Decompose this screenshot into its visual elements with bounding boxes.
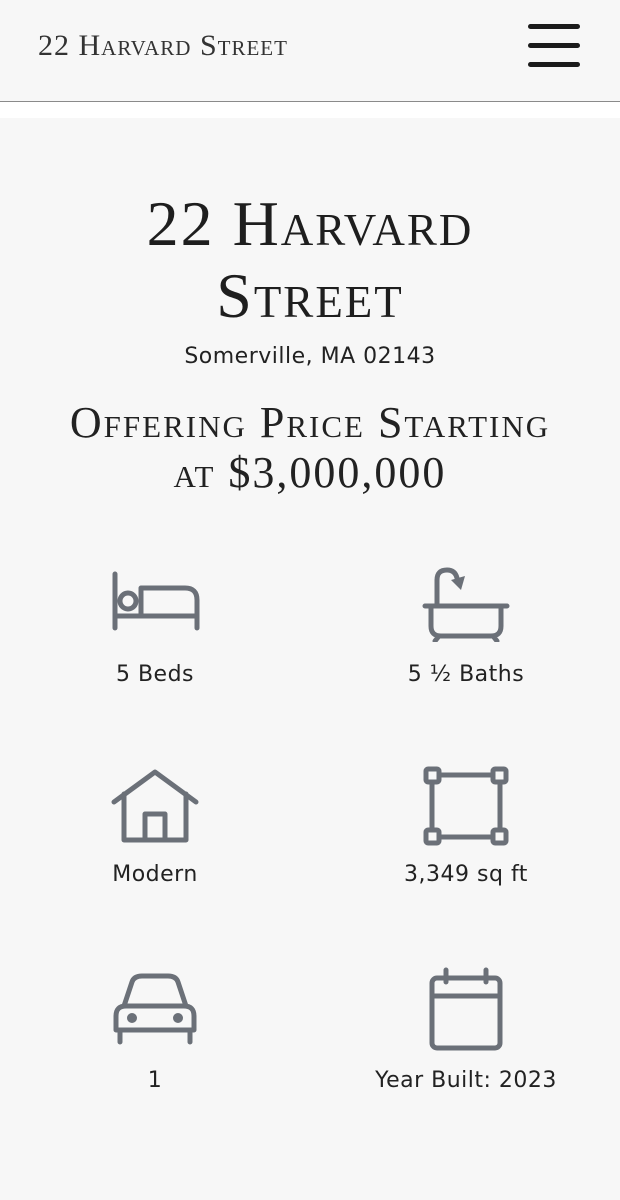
car-icon [113, 973, 197, 1045]
page-title: 22 Harvard Street [0, 188, 620, 332]
offering-price: Offering Price Starting at $3,000,000 [0, 398, 620, 498]
top-bar: 22 Harvard Street [0, 0, 620, 101]
feature-baths: 5 ½ Baths [316, 566, 616, 687]
feature-label: 1 [147, 1068, 163, 1093]
feature-label: 3,349 sq ft [404, 862, 528, 887]
header-spacer [0, 102, 620, 118]
title-line-1: 22 Harvard [146, 188, 474, 259]
floor-area-icon [423, 766, 509, 846]
price-line-1: Offering Price Starting [69, 398, 551, 447]
feature-style: Modern [5, 768, 305, 887]
feature-year-built: Year Built: 2023 [316, 966, 616, 1093]
title-line-2: Street [216, 260, 404, 331]
feature-area: 3,349 sq ft [316, 764, 616, 887]
hamburger-menu-button[interactable] [526, 22, 582, 70]
bed-icon [112, 571, 200, 631]
property-address: Somerville, MA 02143 [184, 344, 436, 369]
bathtub-icon [422, 567, 510, 642]
brand-title[interactable]: 22 Harvard Street [38, 29, 288, 63]
calendar-icon [429, 967, 503, 1051]
feature-label: 5 Beds [115, 662, 195, 687]
feature-label: Modern [112, 862, 198, 887]
feature-beds: 5 Beds [5, 570, 305, 687]
price-line-2: at $3,000,000 [173, 448, 447, 497]
feature-garage: 1 [5, 970, 305, 1093]
feature-label: Year Built: 2023 [375, 1068, 557, 1093]
feature-label: 5 ½ Baths [407, 662, 525, 687]
house-icon [111, 769, 199, 843]
